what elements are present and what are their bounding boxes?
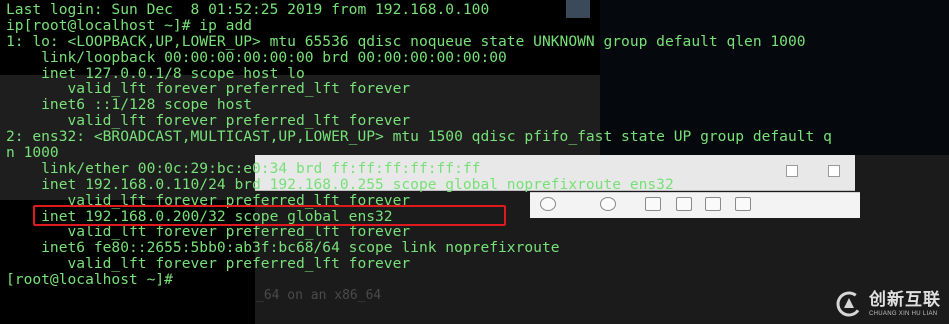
terminal-line-lo-inet-lft: valid_lft forever preferred_lft forever: [6, 81, 411, 98]
watermark-english: CHUANG XIN HU LIAN: [869, 310, 938, 317]
terminal-line-ens32-inet6: inet6 fe80::2655:5bb0:ab3f:bc68/64 scope…: [6, 240, 560, 257]
terminal-line-ens32-header-wrap: n 1000: [6, 145, 59, 161]
terminal-line-ens32-inet-vip-lft: valid_lft forever preferred_lft forever: [6, 224, 411, 241]
background-window-text: _64 on an x86_64: [256, 288, 382, 303]
highlight-annotation-box: [33, 205, 506, 226]
watermark-logo: 创新互联 CHUANG XIN HU LIAN: [835, 290, 941, 318]
terminal-line-lo-header: 1: lo: <LOOPBACK,UP,LOWER_UP> mtu 65536 …: [6, 33, 806, 50]
watermark-chinese: 创新互联: [869, 289, 941, 310]
terminal-line-ens32-link: link/ether 00:0c:29:bc:e0:34 brd ff:ff:f…: [6, 160, 481, 177]
watermark-text: 创新互联 CHUANG XIN HU LIAN: [869, 289, 941, 317]
terminal-line-command: ip[root@localhost ~]# ip add: [6, 17, 253, 34]
terminal-line-ens32-inet6-lft: valid_lft forever preferred_lft forever: [6, 256, 411, 273]
brand-logo-icon: [836, 291, 862, 317]
terminal-line-last-login: Last login: Sun Dec 8 01:52:25 2019 from…: [6, 2, 490, 18]
terminal-line-lo-inet6: inet6 ::1/128 scope host: [6, 97, 253, 114]
terminal-line-ens32-inet-primary: inet 192.168.0.110/24 brd 192.168.0.255 …: [6, 176, 674, 193]
terminal-line-ens32-header: 2: ens32: <BROADCAST,MULTICAST,UP,LOWER_…: [6, 129, 832, 146]
terminal-line-lo-inet: inet 127.0.0.1/8 scope host lo: [6, 65, 305, 82]
terminal-line-lo-link: link/loopback 00:00:00:00:00:00 brd 00:0…: [6, 49, 507, 66]
terminal-output[interactable]: Last login: Sun Dec 8 01:52:25 2019 from…: [6, 2, 949, 288]
desktop-screen: _64 on an x86_64 Last login: Sun Dec 8 0…: [0, 0, 949, 324]
terminal-prompt[interactable]: [root@localhost ~]#: [6, 272, 949, 288]
terminal-line-lo-inet6-lft: valid_lft forever preferred_lft forever: [6, 113, 411, 130]
